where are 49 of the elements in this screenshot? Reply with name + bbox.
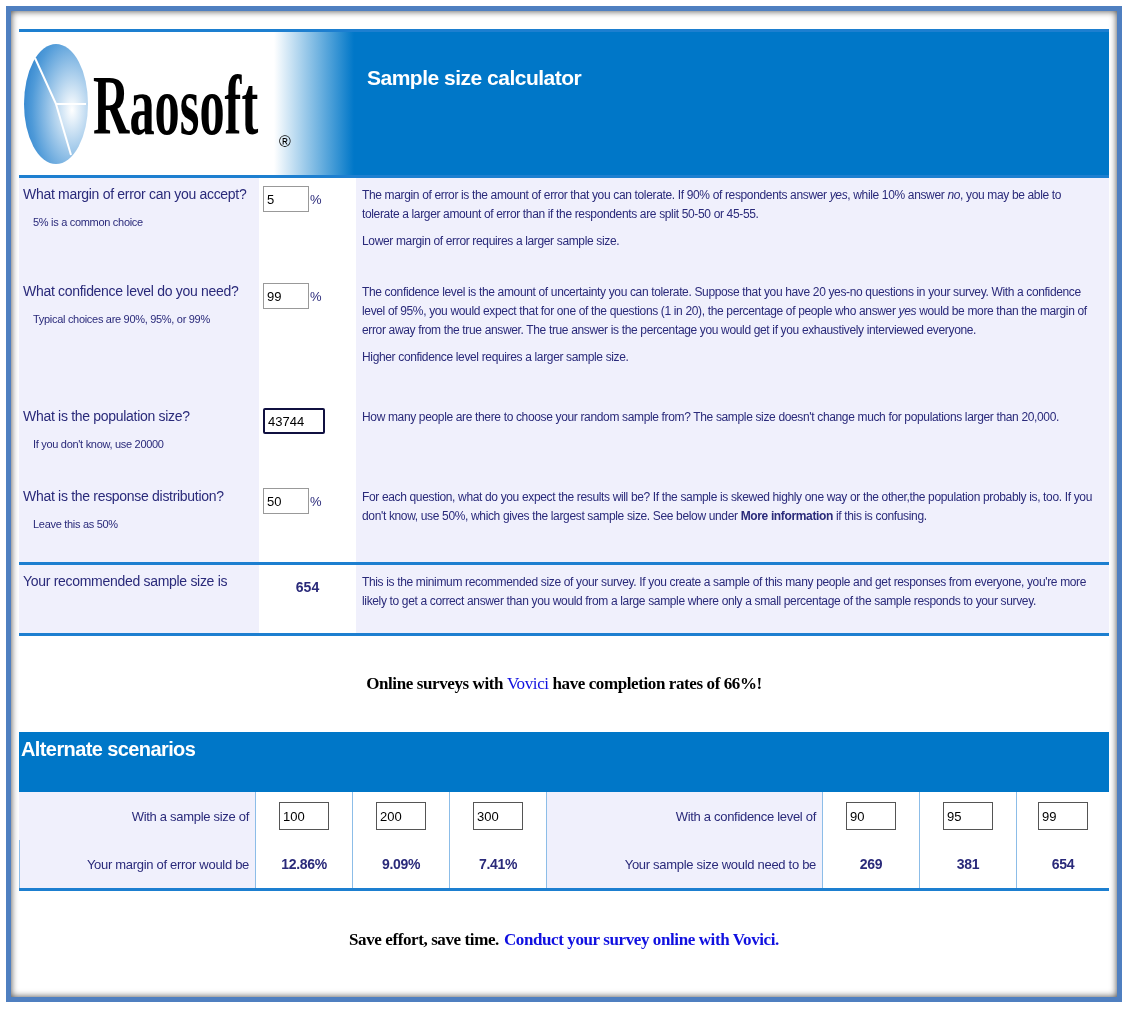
percent-unit: % xyxy=(310,191,322,208)
scenario-label: Your margin of error would be xyxy=(86,856,249,872)
vovici-link[interactable]: Vovici xyxy=(506,674,549,694)
help-paragraph: For each question, what do you expect the results will be? If the sample is skewed highly one way or the other,the population probably is, too. If you don't know, use 50%, which gives the largest sample size. See below under More information if this is confusing. xyxy=(362,489,1093,526)
number-field[interactable]: 50 xyxy=(263,488,309,515)
question-label: What confidence level do you need? xyxy=(23,283,240,300)
section-title: Alternate scenarios xyxy=(21,738,197,762)
number-field[interactable]: 5 xyxy=(263,186,309,213)
percent-unit: % xyxy=(310,288,322,305)
number-field[interactable]: 100 xyxy=(279,802,329,831)
survey-link[interactable]: Conduct your survey online with Vovici. xyxy=(503,930,779,950)
question-label: What is the population size? xyxy=(23,408,191,425)
result-value: 9.09% xyxy=(381,856,421,873)
result-value: 381 xyxy=(956,856,980,873)
hint-text: If you don't know, use 20000 xyxy=(32,437,165,451)
hint-text: Typical choices are 90%, 95%, or 99% xyxy=(32,312,211,326)
result-label: Your recommended sample size is xyxy=(23,573,229,590)
help-paragraph: Higher confidence level requires a larger sample size. xyxy=(362,349,630,367)
footer-text: Save effort, save time. xyxy=(349,930,499,950)
result-value: 269 xyxy=(859,856,883,873)
number-field[interactable]: 99 xyxy=(1038,802,1088,831)
help-paragraph: How many people are there to choose your random sample from? The sample size doesn't change much for populations larger than 20,000. xyxy=(362,409,1060,427)
help-paragraph: This is the minimum recommended size of your survey. If you create a sample of this many people and get responses from everyone, you're more likely to get a correct answer than you would from a large sample where only a small percentage of the sample responds to your survey. xyxy=(362,574,1088,611)
hint-text: 5% is a common choice xyxy=(32,215,144,229)
registered-mark: ® xyxy=(279,133,291,152)
number-field[interactable]: 90 xyxy=(846,802,896,831)
scenario-label: With a confidence level of xyxy=(675,808,816,824)
help-paragraph: The margin of error is the amount of error that you can tolerate. If 90% of respondents answer yes, while 10% answer no, you may be able to tolerate a larger amount of error than if the respondents are split 50-50 or 45-55. xyxy=(362,187,1063,224)
scenario-label: Your sample size would need to be xyxy=(624,856,816,872)
help-paragraph: Lower margin of error requires a larger sample size. xyxy=(362,233,621,251)
number-field[interactable]: 95 xyxy=(943,802,993,831)
page-title: Sample size calculator xyxy=(366,65,582,91)
number-field[interactable]: 200 xyxy=(376,802,426,831)
question-label: What margin of error can you accept? xyxy=(23,186,248,203)
promo-sentence: Online surveys with Vovici have completion rates of 66%! xyxy=(366,674,762,695)
help-paragraph: The confidence level is the amount of uncertainty you can tolerate. Suppose that you have 20 yes-no questions in your survey. With a confidence level of 95%, you would expect that for one of the questions (1 in 20), the percentage of people who answer yes would be more than the margin of error away from the true answer. The true answer is the percentage you would get if you exhaustively interviewed everyone. xyxy=(362,284,1088,340)
result-value: 654 xyxy=(1051,856,1075,873)
pie-logo-icon xyxy=(23,42,89,165)
scenario-label: With a sample size of xyxy=(131,808,249,824)
number-field[interactable]: 300 xyxy=(473,802,523,831)
sample-size-value: 654 xyxy=(294,578,321,596)
question-label: What is the response distribution? xyxy=(23,488,225,505)
percent-unit: % xyxy=(310,493,322,510)
number-field[interactable]: 43744 xyxy=(263,408,325,435)
logo-wordmark: Raosoft xyxy=(93,58,259,155)
result-value: 12.86% xyxy=(281,856,327,873)
number-field[interactable]: 99 xyxy=(263,283,309,310)
result-value: 7.41% xyxy=(478,856,518,873)
hint-text: Leave this as 50% xyxy=(32,517,119,531)
